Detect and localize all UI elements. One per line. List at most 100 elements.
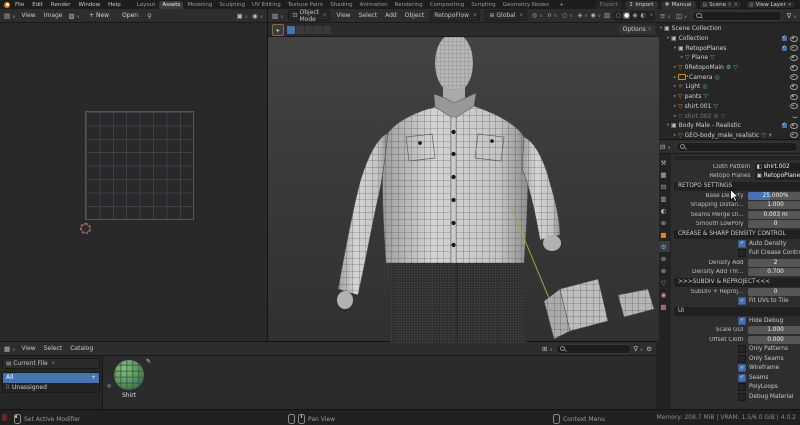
property-checkbox[interactable] bbox=[738, 374, 746, 382]
property-value-field[interactable]: 1.000 bbox=[748, 326, 800, 334]
menu-item[interactable]: Image bbox=[43, 12, 64, 19]
pivot-icon[interactable]: ◎ bbox=[532, 12, 543, 19]
image-editor-canvas[interactable] bbox=[0, 23, 267, 341]
workspace-tab[interactable]: Scripting bbox=[468, 1, 498, 9]
hide-viewport-eye-icon[interactable] bbox=[790, 36, 798, 42]
gizmos-icon[interactable]: ◈ bbox=[578, 12, 588, 19]
property-value-field[interactable]: 0.700 bbox=[748, 268, 800, 276]
close-icon[interactable]: ✕ bbox=[788, 2, 792, 8]
workspace-tab[interactable]: Sculpting bbox=[216, 1, 248, 9]
gear-icon[interactable]: ⚙ bbox=[646, 345, 652, 353]
select-mode-extend[interactable] bbox=[296, 26, 304, 34]
menu-item[interactable]: Window bbox=[77, 2, 101, 8]
import-button[interactable]: ↧ Import bbox=[625, 1, 658, 9]
menu-item[interactable]: View bbox=[20, 345, 36, 352]
property-checkbox[interactable] bbox=[738, 345, 746, 353]
blender-logo-icon[interactable] bbox=[4, 2, 10, 8]
catalog-row[interactable]: All + bbox=[3, 373, 99, 383]
menu-item[interactable]: View bbox=[20, 12, 36, 19]
menu-item[interactable]: Object bbox=[404, 12, 426, 19]
outliner-row[interactable]: ▾ ▣ Collection bbox=[656, 34, 800, 44]
collapsed-panel-strip[interactable] bbox=[674, 156, 800, 160]
asset-tile[interactable]: ✎ ◎ Shirt bbox=[109, 360, 149, 399]
hide-viewport-eye-icon[interactable] bbox=[790, 65, 798, 71]
view-layer-selector[interactable]: ▥ View Layer ✕ bbox=[745, 0, 796, 9]
property-value-field[interactable]: 1.000 bbox=[748, 201, 800, 209]
property-value-field[interactable]: 0 bbox=[748, 288, 800, 296]
active-tool-button[interactable]: ➤ bbox=[272, 24, 284, 36]
workspace-tab[interactable]: Layout bbox=[134, 1, 159, 9]
editor-type-icon[interactable]: ▤ bbox=[4, 12, 15, 20]
property-checkbox[interactable] bbox=[738, 355, 746, 363]
collection-checkbox[interactable] bbox=[782, 46, 787, 51]
menu-item[interactable]: View bbox=[335, 12, 351, 19]
property-value-field[interactable]: ◧ shirt.002 ✕ bbox=[755, 163, 800, 171]
workspace-tab[interactable]: UV Editing bbox=[249, 1, 284, 9]
outliner-search-input[interactable] bbox=[692, 11, 782, 21]
property-value-field[interactable]: 25.000% bbox=[748, 192, 800, 200]
orientation-dropdown[interactable]: ⊕ Global bbox=[485, 10, 526, 21]
menu-item[interactable]: Select bbox=[358, 12, 379, 19]
pin-icon[interactable]: ⚲ bbox=[728, 2, 732, 8]
channels-icon[interactable]: ▣ bbox=[237, 12, 248, 20]
filter-icon[interactable]: ∇ bbox=[634, 345, 644, 353]
collection-checkbox[interactable] bbox=[782, 123, 787, 128]
display-mode-icon[interactable]: ◫ bbox=[676, 12, 687, 20]
menu-item[interactable]: Help bbox=[107, 2, 122, 8]
outliner-row[interactable]: ▸ ▽ shirt.002 ⚙ ▽ bbox=[656, 111, 800, 121]
hide-viewport-eye-icon[interactable] bbox=[790, 74, 798, 80]
menu-item[interactable]: Catalog bbox=[69, 345, 94, 352]
hide-viewport-eye-icon[interactable] bbox=[790, 132, 798, 138]
outliner-row[interactable]: ▸ ▽ GEO-body_male_realistic ▽ ⚡ bbox=[656, 131, 800, 139]
snap-magnet-icon[interactable]: ∩ bbox=[547, 12, 557, 19]
display-icon[interactable]: ◉ bbox=[252, 12, 263, 20]
scene-selector[interactable]: ▤ Scene ⚲ ✕ bbox=[699, 0, 742, 9]
workspace-tab[interactable]: Texture Paint bbox=[285, 1, 327, 9]
menu-item[interactable]: Render bbox=[50, 2, 72, 8]
property-value-field[interactable]: 0 bbox=[748, 220, 800, 228]
outliner-row[interactable]: ▸ ▽ pants ▽ bbox=[656, 92, 800, 102]
outliner-row[interactable]: ▾ ▣ Scene Collection bbox=[656, 24, 800, 34]
property-value-field[interactable]: ▣ RetopoPlanes ✕ bbox=[755, 172, 800, 180]
outliner-row[interactable]: ▸ ☼ Light ◎ bbox=[656, 82, 800, 92]
export-button[interactable]: Export bbox=[596, 1, 622, 9]
select-mode-set[interactable] bbox=[287, 26, 295, 34]
outliner-row[interactable]: ▾ ▣ Body Male - Realistic bbox=[656, 121, 800, 131]
property-value-field[interactable]: 0.003 m bbox=[748, 211, 800, 219]
workspace-tab[interactable]: Geometry Nodes bbox=[500, 1, 552, 9]
open-image-button[interactable]: Open bbox=[118, 11, 142, 20]
mode-dropdown[interactable]: ⊡ Object Mode bbox=[288, 10, 330, 21]
new-image-button[interactable]: + New bbox=[85, 11, 113, 20]
panel-section-header[interactable]: UI bbox=[674, 307, 800, 316]
property-checkbox[interactable] bbox=[738, 297, 746, 305]
property-checkbox[interactable] bbox=[738, 383, 746, 391]
panel-section-header[interactable]: RETOPO SETTINGS bbox=[674, 182, 800, 191]
property-checkbox[interactable] bbox=[738, 393, 746, 401]
menu-item[interactable]: Select bbox=[43, 345, 64, 352]
editor-type-icon[interactable]: ▧ bbox=[272, 12, 283, 20]
shading-mode-icon[interactable]: ○ bbox=[615, 12, 622, 19]
select-mode-invert[interactable] bbox=[314, 26, 322, 34]
outliner-row[interactable]: ▸ ▽ Plane ▽ bbox=[656, 53, 800, 63]
hide-viewport-eye-icon[interactable] bbox=[790, 84, 798, 90]
outliner-row[interactable]: ▾ ▣ RetopoPlanes bbox=[656, 43, 800, 53]
panel-section-header[interactable]: >>>SUBDIV & REPROJECT<<< bbox=[674, 278, 800, 287]
shading-mode-icon[interactable]: ● bbox=[623, 12, 630, 19]
workspace-tab[interactable]: Shading bbox=[327, 1, 355, 9]
properties-search-input[interactable] bbox=[676, 142, 798, 152]
select-mode-subtract[interactable] bbox=[305, 26, 313, 34]
outliner-row[interactable]: ▸ ▽ 0RetopoMain ⚙ ▽ bbox=[656, 63, 800, 73]
workspace-tab[interactable]: Rendering bbox=[392, 1, 426, 9]
property-value-field[interactable]: 2 bbox=[748, 259, 800, 267]
hide-viewport-eye-icon[interactable] bbox=[790, 94, 798, 100]
image-browse-icon[interactable]: ▧ bbox=[69, 12, 80, 20]
shading-mode-icon[interactable]: ◐ bbox=[640, 12, 647, 19]
panel-section-header[interactable]: CREASE & SHARP DENSITY CONTROL bbox=[674, 230, 800, 239]
retopoflow-dropdown[interactable]: RetopoFlow bbox=[430, 10, 480, 21]
menu-item[interactable]: File bbox=[14, 2, 25, 8]
asset-source-dropdown[interactable]: ▤ Current File bbox=[2, 358, 100, 369]
hide-viewport-eye-icon[interactable] bbox=[790, 123, 798, 129]
asset-search-input[interactable] bbox=[556, 344, 631, 354]
options-dropdown[interactable]: Options bbox=[619, 25, 655, 34]
editor-type-icon[interactable]: ⊟ bbox=[660, 143, 671, 151]
